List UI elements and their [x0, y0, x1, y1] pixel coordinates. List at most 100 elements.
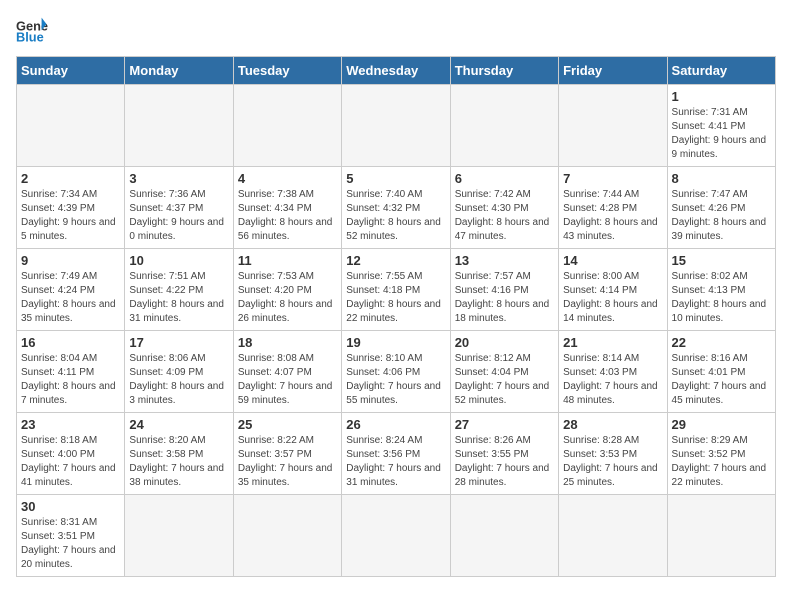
calendar-day-cell: 8Sunrise: 7:47 AM Sunset: 4:26 PM Daylig…	[667, 167, 775, 249]
calendar-day-cell	[667, 495, 775, 577]
logo: General Blue	[16, 16, 52, 44]
calendar-day-cell: 29 Sunrise: 8:29 AM Sunset: 3:52 PM Dayli…	[667, 413, 775, 495]
calendar-day-cell: 14Sunrise: 8:00 AM Sunset: 4:14 PM Dayli…	[559, 249, 667, 331]
day-of-week-header: Saturday	[667, 57, 775, 85]
day-number: 25	[238, 417, 337, 432]
day-info: Sunrise: 8:16 AM Sunset: 4:01 PM Dayligh…	[672, 352, 771, 408]
day-info: Sunrise: 8:31 AM Sunset: 3:51 PM Dayligh…	[21, 516, 120, 572]
calendar-day-cell: 11Sunrise: 7:53 AM Sunset: 4:20 PM Dayli…	[233, 249, 341, 331]
day-info: Sunrise: 7:44 AM Sunset: 4:28 PM Dayligh…	[563, 188, 662, 244]
calendar-day-cell: 7 Sunrise: 7:44 AM Sunset: 4:28 PM Daylig…	[559, 167, 667, 249]
day-info: Sunrise: 8:10 AM Sunset: 4:06 PM Dayligh…	[346, 352, 445, 408]
calendar-body: 1Sunrise: 7:31 AM Sunset: 4:41 PM Daylig…	[17, 85, 776, 577]
day-of-week-header: Monday	[125, 57, 233, 85]
calendar-day-cell	[450, 85, 558, 167]
day-info: Sunrise: 8:22 AM Sunset: 3:57 PM Dayligh…	[238, 434, 337, 490]
day-number: 14	[563, 253, 662, 268]
day-number: 26	[346, 417, 445, 432]
logo-icon: General Blue	[16, 16, 48, 44]
calendar-day-cell: 16 Sunrise: 8:04 AM Sunset: 4:11 PM Dayli…	[17, 331, 125, 413]
day-info: Sunrise: 7:31 AM Sunset: 4:41 PM Dayligh…	[672, 106, 771, 162]
calendar-day-cell: 5 Sunrise: 7:40 AM Sunset: 4:32 PM Daylig…	[342, 167, 450, 249]
calendar-day-cell: 24 Sunrise: 8:20 AM Sunset: 3:58 PM Dayli…	[125, 413, 233, 495]
day-number: 15	[672, 253, 771, 268]
calendar-day-cell: 2 Sunrise: 7:34 AM Sunset: 4:39 PM Daylig…	[17, 167, 125, 249]
day-number: 9	[21, 253, 120, 268]
day-number: 3	[129, 171, 228, 186]
day-info: Sunrise: 8:08 AM Sunset: 4:07 PM Dayligh…	[238, 352, 337, 408]
calendar-day-cell: 15 Sunrise: 8:02 AM Sunset: 4:13 PM Dayli…	[667, 249, 775, 331]
day-info: Sunrise: 7:53 AM Sunset: 4:20 PM Dayligh…	[238, 270, 337, 326]
calendar-week-row: 2 Sunrise: 7:34 AM Sunset: 4:39 PM Daylig…	[17, 167, 776, 249]
calendar-day-cell: 25 Sunrise: 8:22 AM Sunset: 3:57 PM Dayli…	[233, 413, 341, 495]
day-number: 24	[129, 417, 228, 432]
day-info: Sunrise: 8:28 AM Sunset: 3:53 PM Dayligh…	[563, 434, 662, 490]
calendar-day-cell	[233, 85, 341, 167]
day-number: 18	[238, 335, 337, 350]
day-number: 22	[672, 335, 771, 350]
day-info: Sunrise: 8:14 AM Sunset: 4:03 PM Dayligh…	[563, 352, 662, 408]
day-number: 29	[672, 417, 771, 432]
calendar-day-cell	[342, 495, 450, 577]
calendar-day-cell: 30 Sunrise: 8:31 AM Sunset: 3:51 PM Dayli…	[17, 495, 125, 577]
day-number: 27	[455, 417, 554, 432]
calendar-day-cell: 10Sunrise: 7:51 AM Sunset: 4:22 PM Dayli…	[125, 249, 233, 331]
calendar-week-row: 1Sunrise: 7:31 AM Sunset: 4:41 PM Daylig…	[17, 85, 776, 167]
svg-text:Blue: Blue	[16, 30, 44, 44]
day-number: 17	[129, 335, 228, 350]
calendar-day-cell	[559, 85, 667, 167]
day-of-week-header: Friday	[559, 57, 667, 85]
calendar-day-cell: 6Sunrise: 7:42 AM Sunset: 4:30 PM Daylig…	[450, 167, 558, 249]
day-info: Sunrise: 8:26 AM Sunset: 3:55 PM Dayligh…	[455, 434, 554, 490]
day-number: 16	[21, 335, 120, 350]
day-number: 13	[455, 253, 554, 268]
calendar-day-cell: 19 Sunrise: 8:10 AM Sunset: 4:06 PM Dayli…	[342, 331, 450, 413]
calendar-day-cell: 22 Sunrise: 8:16 AM Sunset: 4:01 PM Dayli…	[667, 331, 775, 413]
day-number: 2	[21, 171, 120, 186]
calendar-day-cell: 26 Sunrise: 8:24 AM Sunset: 3:56 PM Dayli…	[342, 413, 450, 495]
day-number: 30	[21, 499, 120, 514]
day-of-week-header: Sunday	[17, 57, 125, 85]
day-info: Sunrise: 8:29 AM Sunset: 3:52 PM Dayligh…	[672, 434, 771, 490]
day-number: 19	[346, 335, 445, 350]
calendar-day-cell: 17Sunrise: 8:06 AM Sunset: 4:09 PM Dayli…	[125, 331, 233, 413]
day-number: 4	[238, 171, 337, 186]
day-info: Sunrise: 8:24 AM Sunset: 3:56 PM Dayligh…	[346, 434, 445, 490]
calendar-day-cell	[559, 495, 667, 577]
day-number: 12	[346, 253, 445, 268]
calendar-day-cell: 28 Sunrise: 8:28 AM Sunset: 3:53 PM Dayli…	[559, 413, 667, 495]
calendar-day-cell: 20Sunrise: 8:12 AM Sunset: 4:04 PM Dayli…	[450, 331, 558, 413]
day-info: Sunrise: 8:02 AM Sunset: 4:13 PM Dayligh…	[672, 270, 771, 326]
day-number: 7	[563, 171, 662, 186]
calendar-day-cell	[233, 495, 341, 577]
day-info: Sunrise: 8:12 AM Sunset: 4:04 PM Dayligh…	[455, 352, 554, 408]
day-info: Sunrise: 7:57 AM Sunset: 4:16 PM Dayligh…	[455, 270, 554, 326]
day-info: Sunrise: 7:34 AM Sunset: 4:39 PM Dayligh…	[21, 188, 120, 244]
day-info: Sunrise: 7:42 AM Sunset: 4:30 PM Dayligh…	[455, 188, 554, 244]
calendar-day-cell	[125, 495, 233, 577]
day-info: Sunrise: 7:40 AM Sunset: 4:32 PM Dayligh…	[346, 188, 445, 244]
calendar-day-cell: 4 Sunrise: 7:38 AM Sunset: 4:34 PM Daylig…	[233, 167, 341, 249]
calendar-day-cell	[342, 85, 450, 167]
calendar-day-cell: 3Sunrise: 7:36 AM Sunset: 4:37 PM Daylig…	[125, 167, 233, 249]
calendar-week-row: 23Sunrise: 8:18 AM Sunset: 4:00 PM Dayli…	[17, 413, 776, 495]
header: General Blue	[16, 16, 776, 44]
day-info: Sunrise: 8:04 AM Sunset: 4:11 PM Dayligh…	[21, 352, 120, 408]
day-number: 5	[346, 171, 445, 186]
calendar-day-cell: 18 Sunrise: 8:08 AM Sunset: 4:07 PM Dayli…	[233, 331, 341, 413]
calendar-day-cell: 13 Sunrise: 7:57 AM Sunset: 4:16 PM Dayli…	[450, 249, 558, 331]
day-number: 10	[129, 253, 228, 268]
day-number: 28	[563, 417, 662, 432]
calendar-day-cell	[125, 85, 233, 167]
day-of-week-header: Tuesday	[233, 57, 341, 85]
calendar-day-cell	[450, 495, 558, 577]
day-number: 23	[21, 417, 120, 432]
calendar-week-row: 9 Sunrise: 7:49 AM Sunset: 4:24 PM Daylig…	[17, 249, 776, 331]
day-number: 8	[672, 171, 771, 186]
day-info: Sunrise: 7:49 AM Sunset: 4:24 PM Dayligh…	[21, 270, 120, 326]
day-info: Sunrise: 7:38 AM Sunset: 4:34 PM Dayligh…	[238, 188, 337, 244]
calendar-day-cell: 23Sunrise: 8:18 AM Sunset: 4:00 PM Dayli…	[17, 413, 125, 495]
day-number: 21	[563, 335, 662, 350]
day-info: Sunrise: 8:20 AM Sunset: 3:58 PM Dayligh…	[129, 434, 228, 490]
calendar-day-cell: 12Sunrise: 7:55 AM Sunset: 4:18 PM Dayli…	[342, 249, 450, 331]
